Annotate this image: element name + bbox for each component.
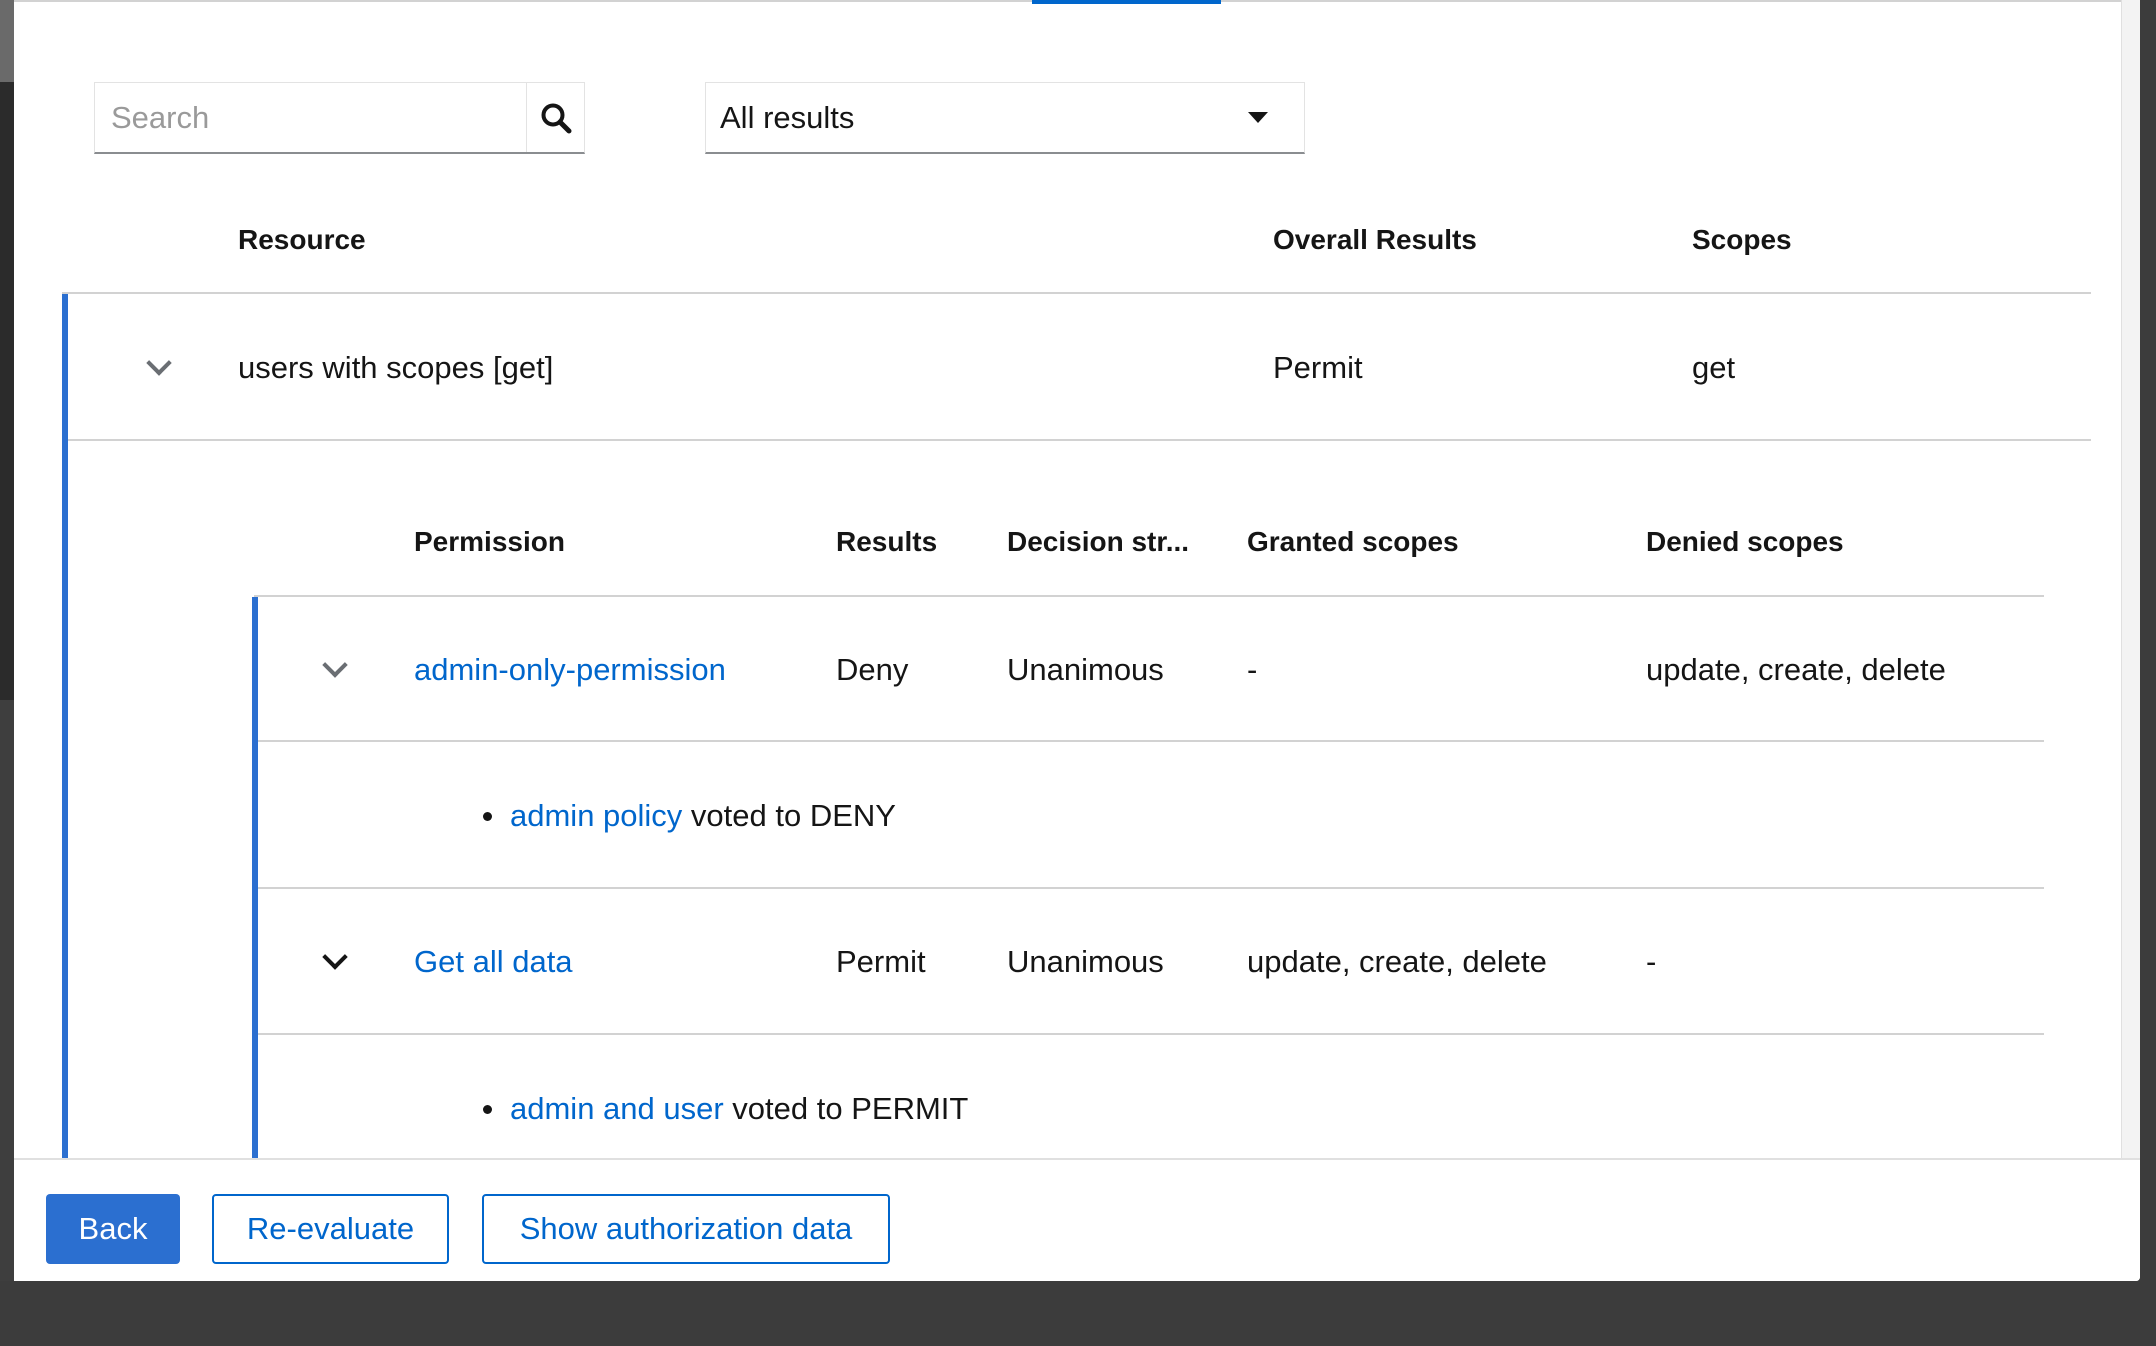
permission-decision: Unanimous bbox=[1007, 652, 1164, 687]
evaluation-results-panel: All results Resource Overall Results Sco… bbox=[14, 0, 2140, 1281]
search-icon bbox=[541, 103, 571, 133]
bullet-icon bbox=[483, 1104, 492, 1114]
search-box bbox=[94, 82, 585, 154]
permission-granted-scopes: update, create, delete bbox=[1247, 944, 1547, 979]
bullet-icon bbox=[483, 811, 492, 821]
policy-vote-text: voted to PERMIT bbox=[723, 1091, 969, 1126]
permission-link-get-all-data[interactable]: Get all data bbox=[414, 944, 573, 980]
permission-denied-scopes: - bbox=[1646, 944, 1657, 979]
results-filter-value: All results bbox=[720, 99, 855, 135]
column-header-resource: Resource bbox=[238, 224, 366, 255]
back-button[interactable]: Back bbox=[46, 1194, 180, 1264]
column-header-denied-scopes: Denied scopes bbox=[1646, 526, 1844, 557]
scrollbar-track[interactable] bbox=[2121, 0, 2140, 1160]
permission-link-admin-only[interactable]: admin-only-permission bbox=[414, 652, 726, 688]
re-evaluate-button[interactable]: Re-evaluate bbox=[212, 1194, 449, 1264]
active-tab-indicator bbox=[1032, 0, 1221, 4]
permissions-header-divider bbox=[254, 595, 2044, 597]
column-header-results: Results bbox=[836, 526, 938, 557]
permission-row-divider bbox=[258, 887, 2044, 889]
column-header-scopes: Scopes bbox=[1692, 224, 1792, 255]
permission-denied-scopes: update, create, delete bbox=[1646, 652, 1946, 687]
column-header-permission: Permission bbox=[414, 526, 565, 557]
policy-vote-item: admin policy voted to DENY bbox=[483, 798, 896, 834]
policy-vote-text: voted to DENY bbox=[682, 798, 896, 833]
show-authorization-data-button[interactable]: Show authorization data bbox=[482, 1194, 890, 1264]
policy-link-admin-and-user[interactable]: admin and user bbox=[510, 1091, 724, 1127]
results-filter-select[interactable]: All results bbox=[705, 82, 1305, 154]
expanded-row-indicator bbox=[62, 294, 68, 1164]
row-collapse-chevron-icon[interactable] bbox=[146, 350, 172, 376]
permission-row-chevron-icon[interactable] bbox=[322, 652, 348, 678]
table-header-divider bbox=[62, 292, 2091, 294]
permission-granted-scopes: - bbox=[1247, 652, 1258, 687]
search-button[interactable] bbox=[526, 83, 584, 152]
policy-vote-item: admin and user voted to PERMIT bbox=[483, 1091, 968, 1127]
permission-row-chevron-icon[interactable] bbox=[322, 944, 348, 970]
column-header-granted-scopes: Granted scopes bbox=[1247, 526, 1459, 557]
expanded-permissions-indicator bbox=[252, 597, 258, 1167]
row-divider bbox=[68, 439, 2091, 441]
resource-scopes: get bbox=[1692, 350, 1736, 385]
permission-row-divider bbox=[258, 740, 2044, 742]
permission-result: Permit bbox=[836, 944, 926, 979]
search-input[interactable] bbox=[95, 83, 526, 152]
caret-down-icon bbox=[1248, 112, 1268, 123]
left-edge-top bbox=[0, 0, 14, 82]
permission-result: Deny bbox=[836, 652, 909, 687]
left-edge bbox=[0, 82, 14, 700]
overall-result: Permit bbox=[1273, 350, 1363, 385]
column-header-decision-strategy: Decision str... bbox=[1007, 526, 1190, 557]
policy-link-admin-policy[interactable]: admin policy bbox=[510, 798, 682, 834]
column-header-overall-results: Overall Results bbox=[1273, 224, 1477, 255]
resource-name: users with scopes [get] bbox=[238, 350, 554, 385]
action-footer: Back Re-evaluate Show authorization data bbox=[14, 1158, 2140, 1281]
permission-row-divider bbox=[258, 1033, 2044, 1035]
left-edge-lower bbox=[0, 700, 14, 1281]
permission-decision: Unanimous bbox=[1007, 944, 1164, 979]
